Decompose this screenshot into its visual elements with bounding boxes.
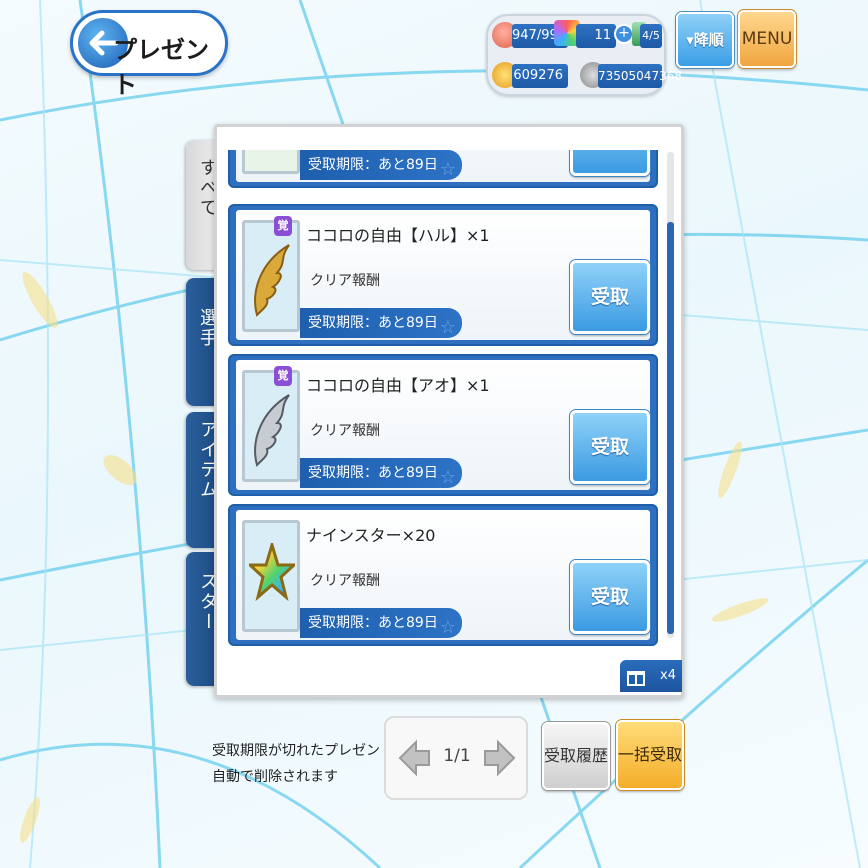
receive-button[interactable]: 受取 [570,410,650,484]
page-indicator: 1/1 [443,746,471,766]
stars-value: 11 [576,24,616,48]
present-list[interactable]: 受取期限：あと89日☆ 受取 覚 ココロの自由【ハル】×1 クリア報酬 受取期限… [214,150,664,650]
gold-wing-icon [242,220,300,332]
pagination: 1/1 [384,716,528,800]
list-item: 受取期限：あと89日☆ 受取 [228,150,658,188]
player-stats-panel: 947/990 11 + 4/5 609276 73505047368 [486,14,682,96]
page-title: プレゼント [113,36,209,99]
deadline-label: 受取期限：あと89日 ☆ [300,608,462,638]
item-title: ココロの自由【アオ】×1 [306,376,490,395]
item-icon [242,150,300,174]
item-description: クリア報酬 [310,573,380,589]
list-item: ナインスター×20 クリア報酬 受取期限：あと89日 ☆ 受取 [228,504,658,646]
gift-icon [627,671,645,686]
expiry-notice: 受取期限が切れたプレゼントは 自動で削除されます [212,743,408,785]
receive-history-button[interactable]: 受取履歴 [542,722,610,790]
points-value: 73505047368 [598,64,682,88]
tickets-value: 4/5 [640,24,662,48]
scrollbar[interactable] [667,152,674,638]
deadline-label: 受取期限：あと89日 ☆ [300,150,462,180]
back-button[interactable]: プレゼント [70,10,228,99]
receive-button[interactable]: 受取 [570,260,650,334]
deadline-label: 受取期限：あと89日 ☆ [300,458,462,488]
present-count: x4 [620,660,682,692]
sort-order-button[interactable]: ▾降順 [676,12,734,68]
star-icon: ☆ [439,159,456,180]
receive-button[interactable]: 受取 [570,560,650,634]
awakening-badge: 覚 [274,366,292,386]
item-description: クリア報酬 [310,423,380,439]
bulk-receive-button[interactable]: 一括受取 [616,720,684,790]
item-title: ナインスター×20 [306,526,436,545]
receive-button[interactable]: 受取 [570,150,650,176]
deadline-label: 受取期限：あと89日 ☆ [300,308,462,338]
item-description: クリア報酬 [310,273,380,289]
add-icon[interactable]: + [614,24,634,44]
rainbow-star-icon [242,520,300,632]
item-title: ココロの自由【ハル】×1 [306,226,490,245]
scrollbar-thumb[interactable] [667,222,674,634]
list-item: 覚 ココロの自由【アオ】×1 クリア報酬 受取期限：あと89日 ☆ 受取 [228,354,658,496]
silver-wing-icon [242,370,300,482]
coins-value: 609276 [512,64,568,88]
awakening-badge: 覚 [274,216,292,236]
sort-label: 降順 [693,31,724,49]
next-page-arrow-icon[interactable] [482,738,518,778]
star-icon: ☆ [439,467,456,488]
star-icon: ☆ [439,317,456,338]
star-icon: ☆ [439,617,456,638]
prev-page-arrow-icon[interactable] [396,738,432,778]
list-item: 覚 ココロの自由【ハル】×1 クリア報酬 受取期限：あと89日 ☆ 受取 [228,204,658,346]
menu-button[interactable]: MENU [738,10,796,68]
